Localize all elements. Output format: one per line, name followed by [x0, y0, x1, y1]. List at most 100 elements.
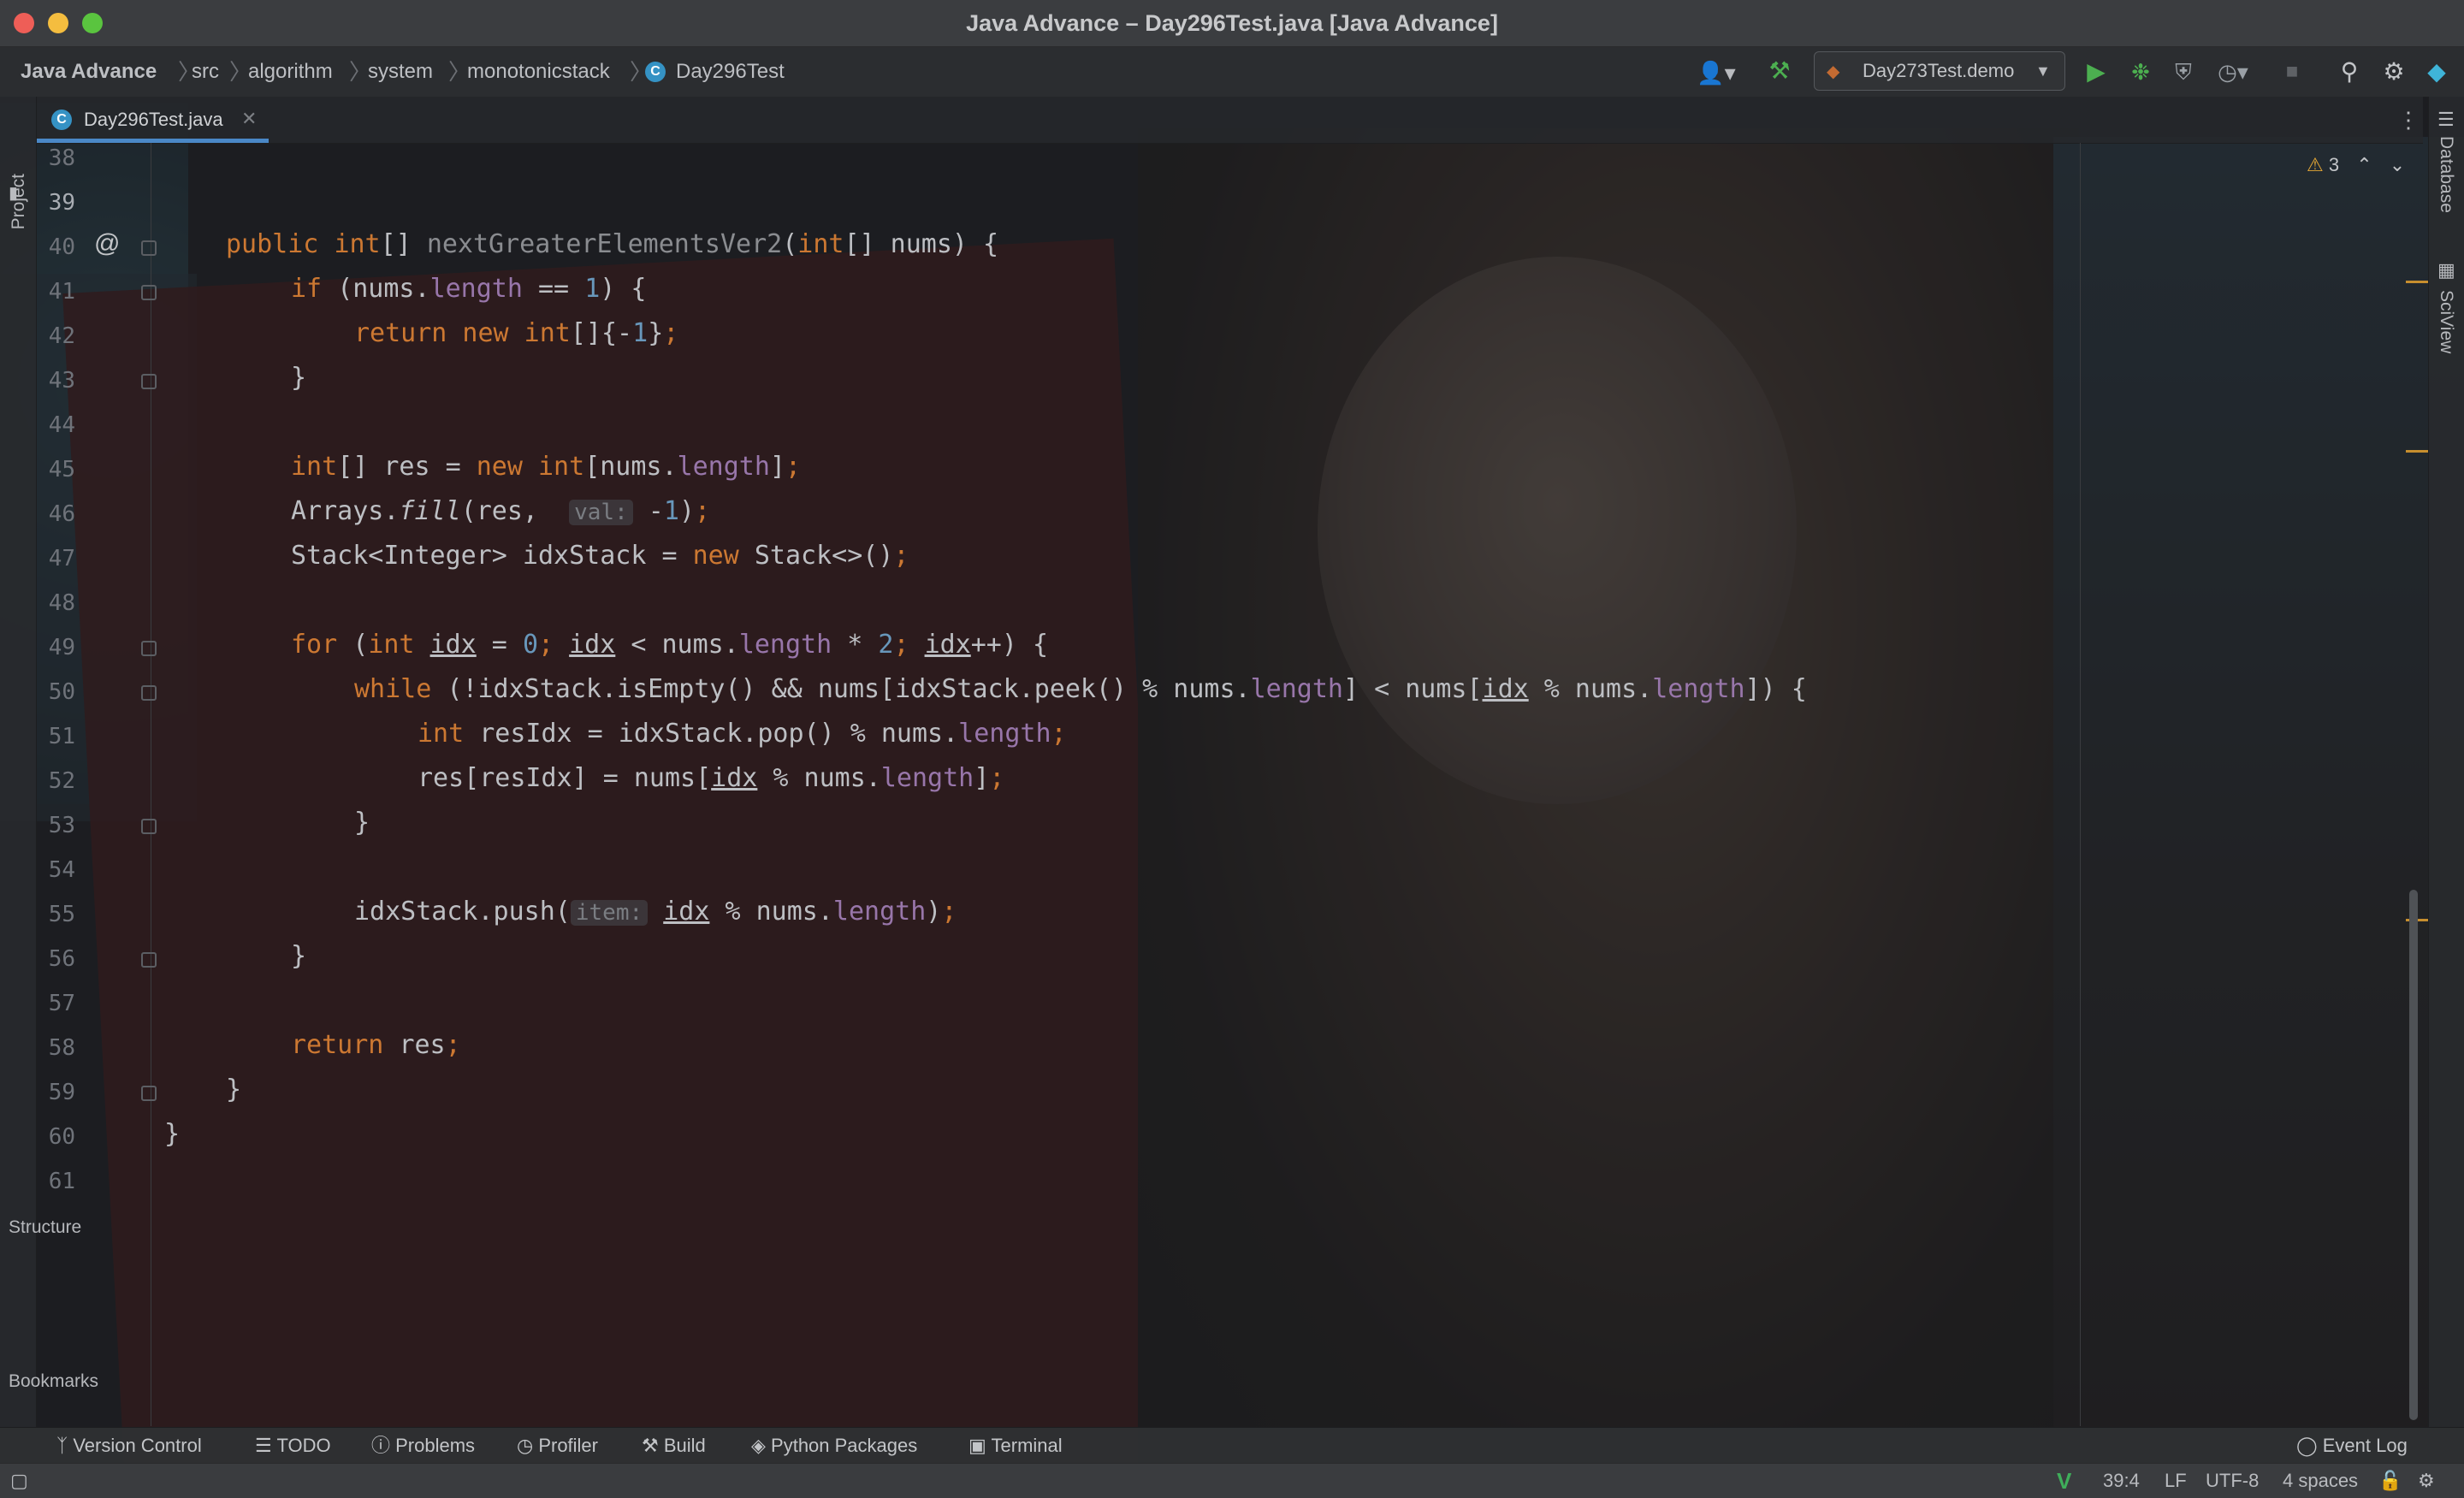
fold-marker-icon[interactable]	[141, 685, 157, 701]
code-line[interactable]: Stack<Integer> idxStack = new Stack<>();	[164, 541, 909, 571]
code-line[interactable]: }	[164, 941, 306, 971]
coverage-icon[interactable]: ⛨	[2168, 56, 2199, 87]
jetbrains-toolbox-icon[interactable]: ◆	[2420, 56, 2454, 87]
editor-background-image	[0, 0, 2464, 1497]
line-number: 60	[48, 1124, 75, 1150]
code-line[interactable]: }	[164, 1075, 241, 1104]
fold-marker-icon[interactable]	[141, 952, 157, 968]
code-line[interactable]: res[resIdx] = nums[idx % nums.length];	[164, 763, 1004, 793]
tool-window-bar: ᛉ Version Control ☰ TODO ⓘ Problems ◷ Pr…	[0, 1427, 2464, 1464]
profiler-tab[interactable]: ◷ Profiler	[517, 1428, 598, 1464]
warning-stripe-mark[interactable]	[2406, 450, 2428, 453]
profile-icon[interactable]: ◷▾	[2209, 56, 2257, 87]
code-line[interactable]: idxStack.push(item: idx % nums.length);	[164, 897, 957, 927]
code-line[interactable]: public int[] nextGreaterElementsVer2(int…	[164, 229, 998, 259]
breadcrumb-algorithm[interactable]: algorithm	[248, 47, 333, 97]
class-icon: C	[645, 62, 666, 82]
code-line[interactable]: for (int idx = 0; idx < nums.length * 2;…	[164, 630, 1048, 660]
line-number: 56	[48, 946, 75, 972]
fold-marker-icon[interactable]	[141, 819, 157, 834]
line-number: 53	[48, 813, 75, 838]
breadcrumb-system[interactable]: system	[368, 47, 433, 97]
line-number: 43	[48, 368, 75, 394]
breadcrumb-src[interactable]: src	[192, 47, 219, 97]
terminal-icon: ▣	[968, 1435, 992, 1456]
sciview-icon: ▦	[2437, 259, 2455, 281]
line-number-current: 39	[48, 190, 75, 216]
database-panel-button[interactable]: Database	[2436, 136, 2456, 213]
search-icon[interactable]: ⚲	[2332, 56, 2366, 87]
line-number: 61	[48, 1169, 75, 1194]
code-line[interactable]: return res;	[164, 1030, 461, 1060]
vertical-scrollbar[interactable]	[2409, 890, 2418, 1420]
inspection-profile-icon[interactable]: ⚙	[2418, 1464, 2435, 1498]
info-icon: ⓘ	[371, 1435, 396, 1456]
code-line[interactable]: Arrays.fill(res, val: -1);	[164, 496, 710, 526]
code-line[interactable]: }	[164, 808, 370, 838]
terminal-tab[interactable]: ▣ Terminal	[968, 1428, 1063, 1464]
build-hammer-icon[interactable]: ⚒	[1762, 56, 1797, 86]
python-packages-tab[interactable]: ◈ Python Packages	[751, 1428, 917, 1464]
version-control-tab[interactable]: ᛉ Version Control	[56, 1428, 202, 1464]
line-number: 41	[48, 279, 75, 305]
debug-icon[interactable]: ❉	[2125, 56, 2156, 87]
run-icon[interactable]: ▶	[2081, 56, 2112, 87]
code-line[interactable]: }	[164, 1119, 180, 1149]
todo-tab[interactable]: ☰ TODO	[255, 1428, 331, 1464]
run-configuration-select[interactable]: ◆ Day273Test.demo ▼	[1814, 51, 2065, 91]
editor-tab-bar: C Day296Test.java ✕ ⋮	[36, 97, 2423, 144]
fold-marker-icon[interactable]	[141, 374, 157, 389]
vcs-user-icon[interactable]: 👤▾	[1692, 57, 1740, 88]
close-icon[interactable]: ✕	[241, 97, 257, 141]
file-encoding[interactable]: UTF-8	[2206, 1464, 2259, 1498]
line-number: 50	[48, 679, 75, 705]
fold-marker-icon[interactable]	[141, 285, 157, 300]
vim-icon[interactable]: V	[2057, 1464, 2071, 1498]
sciview-panel-button[interactable]: SciView	[2436, 290, 2456, 353]
right-tool-stripe: ☰ Database ▦ SciView	[2428, 97, 2464, 1427]
indent-setting[interactable]: 4 spaces	[2283, 1464, 2358, 1498]
class-icon: C	[51, 110, 72, 130]
code-line[interactable]: }	[164, 363, 306, 393]
warning-stripe-mark[interactable]	[2406, 281, 2428, 283]
code-line[interactable]: while (!idxStack.isEmpty() && nums[idxSt…	[164, 674, 1807, 704]
profiler-icon: ◷	[517, 1435, 539, 1456]
inspection-widget[interactable]: ⚠ 3 ⌃ ⌄	[2307, 151, 2405, 180]
override-marker-icon[interactable]: @	[94, 229, 120, 258]
code-line[interactable]: if (nums.length == 1) {	[164, 274, 646, 304]
chevron-up-icon[interactable]: ⌃	[2356, 154, 2372, 175]
line-number: 40	[48, 234, 75, 260]
fold-marker-icon[interactable]	[141, 1086, 157, 1101]
toggle-tool-windows-icon[interactable]: ▢	[10, 1464, 28, 1498]
stop-icon[interactable]: ■	[2279, 56, 2305, 87]
breadcrumb-monotonicstack[interactable]: monotonicstack	[467, 47, 610, 97]
more-options-icon[interactable]: ⋮	[2397, 97, 2420, 143]
settings-gear-icon[interactable]: ⚙	[2377, 56, 2411, 87]
line-number: 57	[48, 991, 75, 1016]
event-log-tab[interactable]: ◯ Event Log	[2296, 1428, 2408, 1464]
status-bar: ▢ V 39:4 LF UTF-8 4 spaces 🔓 ⚙	[0, 1463, 2464, 1498]
window-title: Java Advance – Day296Test.java [Java Adv…	[966, 10, 1498, 36]
code-line[interactable]: int[] res = new int[nums.length];	[164, 452, 801, 482]
line-number: 59	[48, 1080, 75, 1105]
breadcrumb-project[interactable]: Java Advance	[21, 47, 157, 97]
problems-tab[interactable]: ⓘ Problems	[371, 1428, 475, 1464]
tab-day296test[interactable]: C Day296Test.java ✕	[36, 97, 269, 143]
chevron-down-icon[interactable]: ⌄	[2390, 154, 2405, 175]
caret-position[interactable]: 39:4	[2103, 1464, 2140, 1498]
fold-marker-icon[interactable]	[141, 641, 157, 656]
code-line[interactable]: int resIdx = idxStack.pop() % nums.lengt…	[164, 719, 1067, 749]
line-number: 52	[48, 768, 75, 794]
build-tab[interactable]: ⚒ Build	[642, 1428, 706, 1464]
breadcrumb-class[interactable]: Day296Test	[676, 47, 785, 97]
line-number: 47	[48, 546, 75, 571]
line-separator[interactable]: LF	[2165, 1464, 2187, 1498]
run-config-icon: ◆	[1827, 62, 1840, 81]
line-number: 38	[48, 145, 75, 171]
branch-icon: ᛉ	[56, 1435, 74, 1456]
line-number: 48	[48, 590, 75, 616]
line-number: 55	[48, 902, 75, 927]
fold-marker-icon[interactable]	[141, 240, 157, 256]
lock-icon[interactable]: 🔓	[2378, 1464, 2402, 1498]
code-line[interactable]: return new int[]{-1};	[164, 318, 678, 348]
